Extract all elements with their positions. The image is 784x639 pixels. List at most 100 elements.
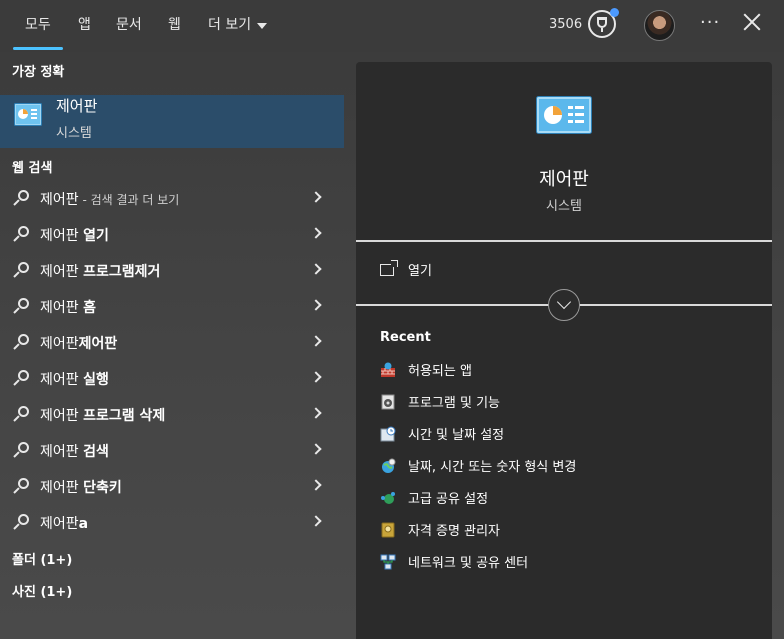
open-label: 열기 xyxy=(408,264,432,279)
active-tab-indicator xyxy=(13,47,63,50)
detail-pane: 제어판 시스템 열기 Recent 허용되는 앱 프로그램 및 기능 시간 및 xyxy=(356,62,772,639)
search-icon xyxy=(12,190,29,207)
web-result-2[interactable]: 제어판 프로그램제거 xyxy=(0,253,344,287)
tab-apps[interactable]: 앱 xyxy=(78,16,91,34)
web-result-text: 제어판 xyxy=(40,228,84,244)
recent-item[interactable]: 네트워크 및 공유 센터 xyxy=(380,552,528,571)
web-result-suffix: - 검색 결과 더 보기 xyxy=(78,193,180,207)
search-icon xyxy=(12,406,29,423)
search-icon xyxy=(12,514,29,531)
detail-subtitle: 시스템 xyxy=(546,199,582,214)
chevron-down-icon xyxy=(257,23,268,29)
web-result-text: 제어판 xyxy=(40,444,84,460)
web-result-text: 제어판 xyxy=(40,480,84,496)
programs-icon xyxy=(381,394,395,409)
web-result-text: 제어판 xyxy=(40,300,84,316)
recent-item-label: 네트워크 및 공유 센터 xyxy=(408,556,529,571)
chevron-down-icon xyxy=(556,294,572,310)
chevron-right-icon xyxy=(310,191,322,203)
best-match-item[interactable] xyxy=(0,95,344,148)
web-result-bold: a xyxy=(78,516,89,532)
chevron-right-icon xyxy=(310,443,322,455)
clock-icon xyxy=(380,426,396,441)
notification-dot xyxy=(610,8,619,17)
open-external-icon xyxy=(380,259,398,276)
web-search-heading: 웹 검색 xyxy=(12,161,53,176)
web-result-bold: 프로그램제거 xyxy=(83,264,161,280)
search-icon xyxy=(12,442,29,459)
web-result-bold: 열기 xyxy=(83,228,109,244)
search-icon xyxy=(12,262,29,279)
photos-heading[interactable]: 사진 (1+) xyxy=(12,581,72,600)
web-result-6[interactable]: 제어판 프로그램 삭제 xyxy=(0,397,344,431)
credential-icon xyxy=(381,522,395,537)
recent-item[interactable]: 날짜, 시간 또는 숫자 형식 변경 xyxy=(380,456,576,475)
recent-item-label: 자격 증명 관리자 xyxy=(408,524,500,539)
search-icon xyxy=(12,478,29,495)
chevron-right-icon xyxy=(310,371,322,383)
recent-item[interactable]: 고급 공유 설정 xyxy=(380,488,488,507)
recent-item[interactable]: 허용되는 앱 xyxy=(380,360,472,379)
chevron-right-icon xyxy=(310,227,322,239)
tab-all[interactable]: 모두 xyxy=(25,16,51,34)
web-result-4[interactable]: 제어판제어판 xyxy=(0,325,344,359)
recent-item-label: 프로그램 및 기능 xyxy=(408,396,500,411)
web-result-text: 제어판 xyxy=(40,192,79,208)
web-result-8[interactable]: 제어판 단축키 xyxy=(0,469,344,503)
folders-heading[interactable]: 폴더 (1+) xyxy=(12,549,72,568)
best-match-title: 제어판 xyxy=(56,97,98,115)
web-result-1[interactable]: 제어판 열기 xyxy=(0,217,344,251)
recent-item[interactable]: 자격 증명 관리자 xyxy=(380,520,500,539)
web-result-3[interactable]: 제어판 홈 xyxy=(0,289,344,323)
results-list: 가장 정확 제어판 시스템 웹 검색 제어판 - 검색 결과 더 보기 제어판 … xyxy=(0,52,344,639)
search-icon xyxy=(12,370,29,387)
chevron-right-icon xyxy=(310,479,322,491)
detail-title: 제어판 xyxy=(539,169,589,190)
search-icon xyxy=(12,298,29,315)
web-result-0[interactable]: 제어판 - 검색 결과 더 보기 xyxy=(0,181,344,215)
web-result-text: 제어판 xyxy=(40,516,79,532)
web-result-text: 제어판 xyxy=(40,336,79,352)
chevron-right-icon xyxy=(310,407,322,419)
chevron-right-icon xyxy=(310,515,322,527)
web-result-bold: 홈 xyxy=(83,300,96,316)
tab-more[interactable]: 더 보기 xyxy=(208,16,268,34)
recent-item[interactable]: 프로그램 및 기능 xyxy=(380,392,500,411)
best-match-heading: 가장 정확 xyxy=(12,65,65,80)
web-result-9[interactable]: 제어판a xyxy=(0,505,344,539)
web-result-5[interactable]: 제어판 실행 xyxy=(0,361,344,395)
firewall-icon xyxy=(381,362,395,377)
search-icon xyxy=(12,334,29,351)
web-result-text: 제어판 xyxy=(40,372,84,388)
network-icon xyxy=(380,554,396,569)
tab-more-label: 더 보기 xyxy=(208,17,252,33)
recent-heading: Recent xyxy=(380,330,431,345)
chevron-right-icon xyxy=(310,335,322,347)
web-result-bold: 단축키 xyxy=(83,480,122,496)
web-result-bold: 제어판 xyxy=(78,336,118,352)
web-result-7[interactable]: 제어판 검색 xyxy=(0,433,344,467)
tab-documents[interactable]: 문서 xyxy=(116,16,142,34)
control-panel-icon xyxy=(536,96,592,134)
avatar[interactable] xyxy=(644,10,675,41)
search-icon xyxy=(12,226,29,243)
recent-item[interactable]: 시간 및 날짜 설정 xyxy=(380,424,504,443)
tab-web[interactable]: 웹 xyxy=(168,16,181,34)
close-icon[interactable] xyxy=(743,13,761,31)
ellipsis-icon[interactable]: ··· xyxy=(700,12,720,33)
open-action[interactable]: 열기 xyxy=(380,259,432,279)
region-icon xyxy=(382,458,396,473)
web-result-bold: 프로그램 삭제 xyxy=(83,408,166,424)
recent-item-label: 허용되는 앱 xyxy=(408,364,472,379)
expand-button[interactable] xyxy=(548,289,580,321)
recent-item-label: 고급 공유 설정 xyxy=(408,492,489,507)
rewards-points: 3506 xyxy=(549,17,583,32)
web-result-text: 제어판 xyxy=(40,408,84,424)
top-bar: 모두 앱 문서 웹 더 보기 3506 ··· xyxy=(0,0,784,52)
recent-item-label: 날짜, 시간 또는 숫자 형식 변경 xyxy=(408,460,577,475)
chevron-right-icon xyxy=(310,299,322,311)
chevron-right-icon xyxy=(310,263,322,275)
sharing-icon xyxy=(381,491,395,504)
trophy-icon[interactable] xyxy=(588,8,619,38)
best-match-subtitle: 시스템 xyxy=(56,126,92,141)
